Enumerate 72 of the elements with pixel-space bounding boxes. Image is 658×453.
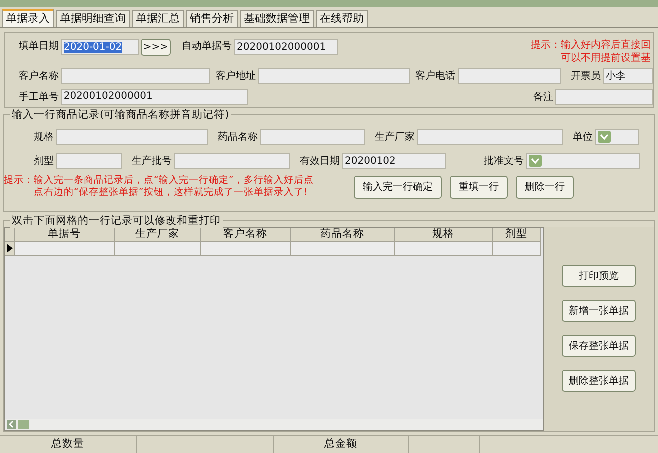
action-button[interactable]: 保存整张单据	[562, 335, 636, 357]
field-label: 客户地址	[215, 70, 258, 82]
table-cell[interactable]	[493, 242, 541, 256]
field-label: 规格	[33, 130, 55, 144]
status-cell: 总数量	[0, 436, 137, 453]
input-field[interactable]	[417, 129, 563, 145]
input-field[interactable]: 20200102000001	[234, 39, 338, 55]
field-label: 手工单号	[18, 90, 60, 104]
hint-text: 可以不用提前设置基	[560, 52, 651, 65]
action-button[interactable]: 新增一张单据	[562, 300, 636, 322]
column-header[interactable]: 客户名称	[201, 228, 291, 242]
tab[interactable]: 销售分析	[186, 10, 238, 27]
field-label: 客户名称	[18, 70, 60, 82]
data-grid[interactable]: 单据号 生产厂家 客户名称 药品名称 规格 剂型	[4, 227, 544, 431]
table-cell[interactable]	[395, 242, 493, 256]
status-cell: 总金额	[274, 436, 409, 453]
action-button[interactable]: 删除整张单据	[562, 370, 636, 392]
input-field[interactable]	[258, 68, 410, 84]
input-field[interactable]	[260, 129, 365, 145]
scroll-left-icon[interactable]	[7, 420, 16, 429]
table-cell[interactable]	[291, 242, 395, 256]
field-label: 备注	[532, 90, 554, 104]
table-cell[interactable]	[201, 242, 291, 256]
action-button[interactable]: 重填一行	[450, 176, 508, 198]
dropdown[interactable]	[595, 129, 639, 145]
column-header[interactable]: 药品名称	[291, 228, 395, 242]
tab[interactable]: 在线帮助	[316, 10, 368, 27]
field-label: 单位	[572, 130, 594, 144]
tab[interactable]: 单据明细查询	[56, 10, 130, 27]
action-button[interactable]: 删除一行	[516, 176, 574, 198]
hint-text: 提示：输入完一条商品记录后，点“输入完一行确定”，多行输入好后点	[4, 175, 315, 187]
action-button[interactable]: 输入完一行确定	[354, 176, 442, 198]
column-header[interactable]: 单据号	[15, 228, 115, 242]
field-label: 批准文号	[483, 154, 525, 168]
field-label: 生产厂家	[374, 130, 416, 144]
input-field[interactable]	[56, 129, 208, 145]
scroll-thumb[interactable]	[18, 420, 29, 429]
input-field[interactable]	[458, 68, 562, 84]
tab[interactable]: 基础数据管理	[240, 10, 314, 27]
field-label: 填单日期	[18, 40, 60, 53]
dropdown-arrow-icon[interactable]	[598, 131, 611, 143]
field-label: 自动单据号	[181, 40, 233, 53]
input-field[interactable]: 2020-01-02	[61, 39, 139, 55]
field-label: 客户电话	[414, 70, 457, 82]
input-field[interactable]: 20200102	[342, 153, 446, 169]
hint-text: 提示：输入好内容后直接回	[531, 39, 651, 52]
field-label: 药品名称	[217, 130, 259, 144]
column-header[interactable]: 生产厂家	[115, 228, 201, 242]
tab[interactable]: 单据录入	[2, 9, 54, 27]
input-field[interactable]: 20200102000001	[60, 88, 248, 104]
table-cell[interactable]	[15, 242, 115, 256]
field-label: 生产批号	[131, 154, 173, 168]
input-field[interactable]	[60, 68, 210, 84]
field-label: 剂型	[33, 154, 55, 168]
input-field[interactable]	[555, 88, 653, 104]
table-cell[interactable]	[115, 242, 201, 256]
date-button[interactable]: >>>	[141, 39, 171, 56]
tab[interactable]: 单据汇总	[132, 10, 184, 27]
hint-text: 点右边的“保存整张单据”按钮，这样就完成了一张单据录入了!	[33, 187, 309, 199]
field-label: 有效日期	[299, 154, 341, 168]
group-title: 双击下面网格的一行记录可以修改和重打印	[10, 214, 223, 228]
action-button[interactable]: 打印预览	[562, 265, 636, 287]
dropdown[interactable]	[526, 153, 640, 169]
input-field[interactable]: 小李	[603, 68, 654, 84]
group-title: 输入一行商品记录(可输商品名称拼音助记符)	[10, 108, 232, 122]
column-header[interactable]: 剂型	[493, 228, 541, 242]
dropdown-arrow-icon[interactable]	[529, 155, 542, 167]
scrollbar[interactable]	[5, 419, 543, 430]
field-label: 开票员	[570, 70, 602, 82]
input-field[interactable]	[174, 153, 290, 169]
input-field[interactable]	[56, 153, 122, 169]
column-header[interactable]: 规格	[395, 228, 493, 242]
